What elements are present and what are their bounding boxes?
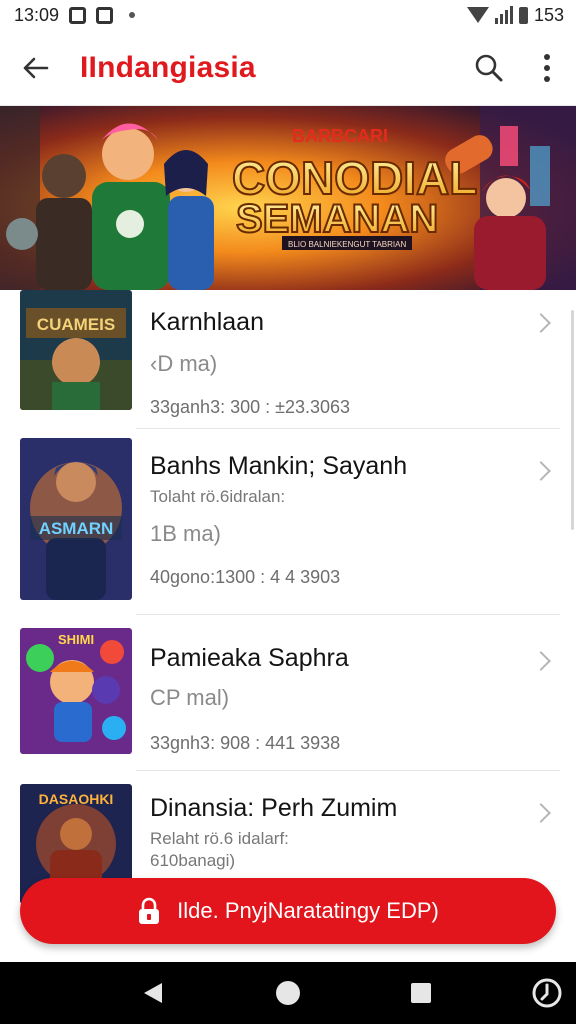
nav-recents-button[interactable] — [386, 962, 456, 1024]
banner-artwork: BARBCARI CONODIAL SEMANAN BLIO BALNIEKEN… — [0, 106, 576, 290]
list-item[interactable]: ASMARN Banhs Mankin; Sayanh Tolaht rö.6i… — [0, 438, 576, 618]
chevron-right-icon — [531, 313, 551, 333]
chevron-right-icon — [531, 651, 551, 671]
lock-icon — [139, 897, 160, 924]
promo-banner[interactable]: BARBCARI CONODIAL SEMANAN BLIO BALNIEKEN… — [0, 106, 576, 290]
primary-action-label: Ilde. PnyjNaratatingy EDP) — [177, 898, 439, 923]
nav-back-button[interactable] — [118, 962, 188, 1024]
item-meta: 33gnh3: 908 : 441 3938 — [150, 733, 341, 753]
game-thumbnail: CUAMEIS — [20, 290, 132, 410]
divider — [136, 428, 560, 429]
chevron-right-icon — [531, 803, 551, 823]
primary-action-button[interactable]: Ilde. PnyjNaratatingy EDP) — [20, 878, 556, 944]
back-arrow-icon — [23, 57, 49, 78]
item-price: ‹D ma) — [150, 351, 218, 376]
battery-text: 153 — [533, 4, 564, 25]
home-circle-icon — [276, 981, 300, 1005]
item-price: 610banagi) — [150, 851, 236, 870]
item-title: Karnhlaan — [150, 308, 264, 336]
game-thumbnail: SHIMI — [20, 628, 132, 754]
wifi-icon — [466, 7, 489, 23]
game-list: CUAMEIS Karnhlaan ‹D ma) 33ganh3: 300 : … — [0, 290, 576, 962]
item-subtitle: Relaht rö.6 idalarf: — [150, 829, 289, 848]
item-meta: 40gono:1300 : 4 4 3903 — [150, 567, 341, 587]
status-bar: 13:09 153 — [0, 0, 576, 30]
banner-line3: SEMANAN — [236, 197, 438, 241]
thumb-title: ASMARN — [39, 519, 114, 538]
assistant-icon — [532, 978, 562, 1008]
chevron-right-icon — [531, 461, 551, 481]
list-item[interactable]: CUAMEIS Karnhlaan ‹D ma) 33ganh3: 300 : … — [0, 290, 576, 430]
search-button[interactable] — [460, 30, 518, 106]
status-time: 13:09 — [14, 4, 60, 25]
item-subtitle: Tolaht rö.6idralan: — [150, 487, 286, 506]
more-options-button[interactable] — [518, 30, 576, 106]
back-triangle-icon — [144, 983, 162, 1003]
game-thumbnail: ASMARN — [20, 438, 132, 600]
app-bar: IIndangiasia — [0, 30, 576, 106]
item-title: Pamieaka Saphra — [150, 644, 349, 672]
notification-image-icon — [96, 6, 114, 24]
system-nav-bar — [0, 962, 576, 1024]
banner-line4: BLIO BALNIEKENGUT TABRIAN — [288, 240, 406, 249]
banner-line1: BARBCARI — [292, 126, 388, 146]
page-title: IIndangiasia — [80, 50, 256, 84]
back-button[interactable] — [0, 30, 70, 106]
list-item[interactable]: SHIMI Pamieaka Saphra CP mal) 33gnh3: 90… — [0, 628, 576, 768]
divider — [136, 614, 560, 615]
thumb-title: CUAMEIS — [37, 315, 115, 334]
item-price: 1B ma) — [150, 521, 221, 546]
more-vert-icon — [544, 53, 550, 82]
nav-assistant-button[interactable] — [512, 962, 576, 1024]
signal-icon — [494, 6, 513, 24]
item-title: Dinansia: Perh Zumim — [150, 794, 398, 822]
nav-home-button[interactable] — [253, 962, 323, 1024]
item-title: Banhs Mankin; Sayanh — [150, 452, 408, 480]
thumb-title: SHIMI — [58, 632, 94, 647]
divider — [136, 770, 560, 771]
search-icon — [475, 54, 503, 81]
recents-square-icon — [411, 983, 431, 1003]
item-meta: 33ganh3: 300 : ±23.3063 — [150, 397, 351, 417]
dot-icon — [129, 12, 136, 18]
thumb-title: DASAOHKI — [39, 791, 114, 807]
battery-icon — [518, 6, 528, 24]
notification-box-icon — [69, 6, 87, 24]
item-price: CP mal) — [150, 685, 230, 710]
